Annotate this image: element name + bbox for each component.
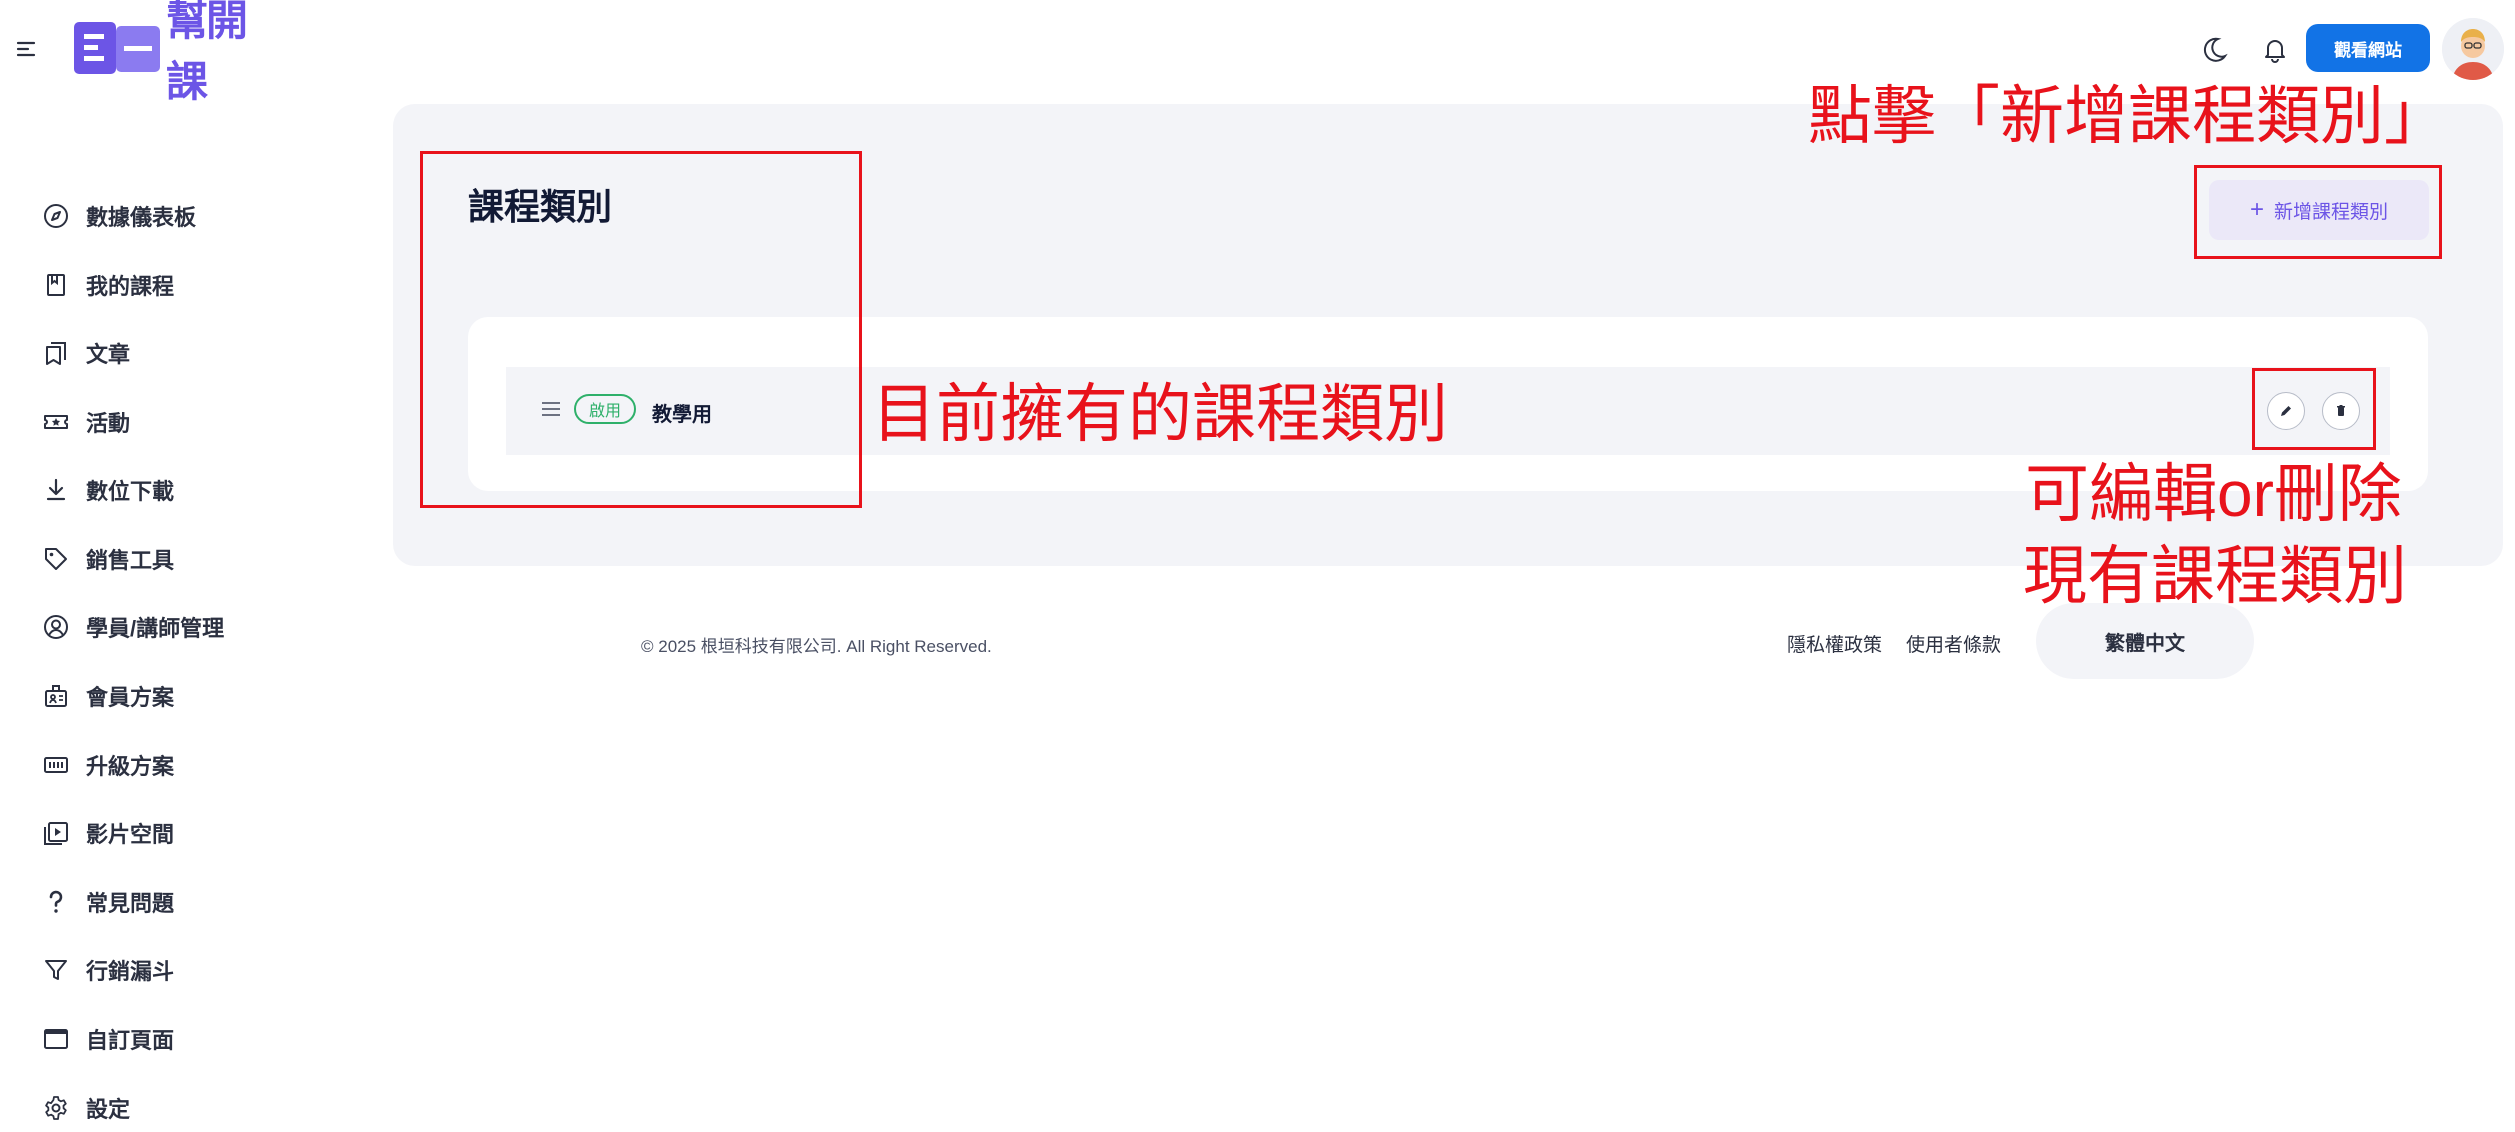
book-icon: [47, 274, 65, 296]
sidebar-item-label: 我的課程: [86, 274, 175, 299]
compass-icon: [44, 204, 68, 228]
sidebar-item-settings[interactable]: 設定: [42, 1086, 362, 1130]
privacy-policy-link[interactable]: 隱私權政策: [1787, 630, 1882, 657]
bell-icon[interactable]: [2257, 32, 2293, 68]
bookmarks-icon: [46, 342, 66, 365]
sidebar-item-label: 自訂頁面: [86, 1028, 175, 1053]
terms-of-use-link[interactable]: 使用者條款: [1906, 630, 2001, 657]
tag-icon: [45, 548, 67, 570]
annotation-edit-delete-line2: 現有課程類別: [2023, 540, 2407, 612]
sidebar-item-marketing-funnel[interactable]: 行銷漏斗: [42, 948, 362, 992]
sidebar-item-label: 影片空間: [86, 822, 175, 847]
sidebar-item-label: 活動: [86, 411, 131, 436]
sidebar-item-label: 文章: [86, 342, 131, 367]
logo-mark-icon: [72, 20, 162, 76]
view-site-button[interactable]: 觀看網站: [2306, 24, 2430, 72]
sidebar-item-sales-tools[interactable]: 銷售工具: [42, 537, 362, 581]
sidebar-item-label: 設定: [86, 1097, 131, 1122]
sidebar-item-faq[interactable]: 常見問題: [42, 880, 362, 924]
window-icon: [44, 1029, 68, 1049]
sidebar-item-label: 行銷漏斗: [86, 959, 175, 984]
sidebar-item-label: 常見問題: [86, 891, 175, 916]
gear-icon: [45, 1096, 67, 1120]
sidebar-item-articles[interactable]: 文章: [42, 331, 362, 375]
sidebar-item-membership-plans[interactable]: 會員方案: [42, 674, 362, 718]
sidebar-item-label: 銷售工具: [86, 548, 175, 573]
badge-icon: [45, 685, 67, 707]
sidebar-item-my-courses[interactable]: 我的課程: [42, 263, 362, 307]
sidebar-item-custom-pages[interactable]: 自訂頁面: [42, 1017, 362, 1061]
sidebar-item-label: 會員方案: [86, 685, 175, 710]
question-icon: [49, 890, 63, 913]
annotation-box-add-button: [2194, 165, 2442, 259]
annotation-click-add: 點擊「新增課程類別」: [1808, 80, 2448, 152]
avatar[interactable]: [2442, 18, 2504, 80]
annotation-box-categories: [420, 151, 862, 508]
annotation-edit-delete-line1: 可編輯or刪除: [2025, 458, 2402, 530]
logo-text: 幫開課: [166, 0, 248, 105]
sidebar-item-label: 數位下載: [86, 479, 175, 504]
funnel-icon: [45, 960, 67, 980]
sidebar-item-label: 升級方案: [86, 754, 175, 779]
sidebar-item-video-space[interactable]: 影片空間: [42, 811, 362, 855]
sidebar-item-dashboard[interactable]: 數據儀表板: [42, 194, 362, 238]
annotation-box-actions: [2252, 368, 2376, 450]
sidebar-item-events[interactable]: 活動: [42, 400, 362, 444]
video-library-icon: [44, 822, 68, 845]
menu-icon[interactable]: [16, 38, 38, 60]
sidebar-item-members[interactable]: 學員/講師管理: [42, 605, 362, 649]
sidebar-item-downloads[interactable]: 數位下載: [42, 468, 362, 512]
logo[interactable]: 幫開課: [72, 0, 252, 105]
ticket-icon: [44, 415, 68, 429]
sidebar-item-upgrade[interactable]: 升級方案: [42, 743, 362, 787]
upgrade-icon: [44, 757, 68, 773]
language-selector[interactable]: 繁體中文: [2036, 603, 2254, 679]
sidebar-item-label: 學員/講師管理: [86, 616, 225, 641]
sidebar-item-label: 數據儀表板: [86, 205, 197, 230]
annotation-existing-categories: 目前擁有的課程類別: [872, 378, 1448, 450]
moon-icon[interactable]: [2196, 32, 2232, 68]
user-circle-icon: [44, 615, 68, 639]
copyright-text: © 2025 根垣科技有限公司. All Right Reserved.: [641, 637, 992, 656]
download-icon: [46, 478, 66, 501]
